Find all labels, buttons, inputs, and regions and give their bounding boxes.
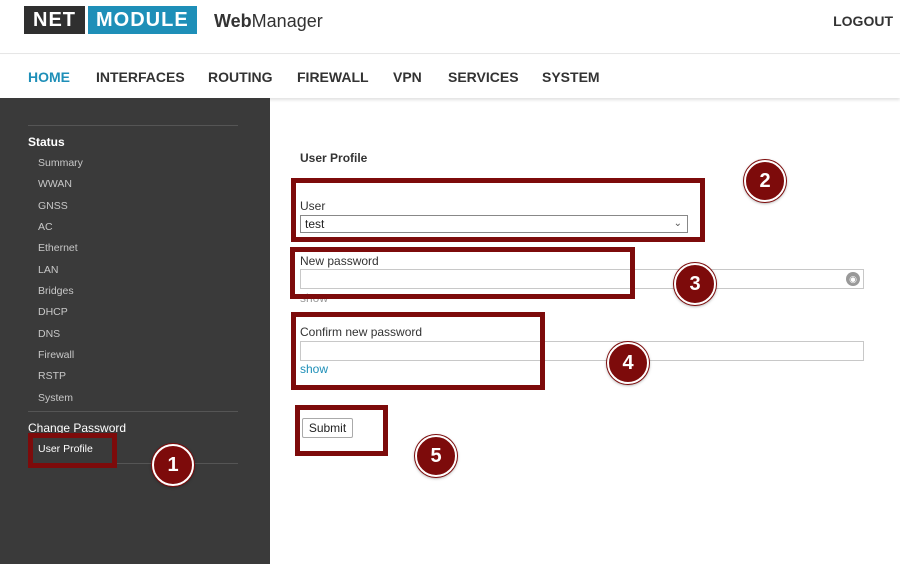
sidebar-item-gnss[interactable]: GNSS [38,200,68,212]
nav-system[interactable]: SYSTEM [542,69,600,85]
sidebar-item-system[interactable]: System [38,392,73,404]
app-title: WebManager [214,11,323,32]
sidebar-divider [28,411,238,412]
annotation-badge-2: 2 [744,160,786,202]
logo-net: NET [24,6,85,34]
sidebar-item-lan[interactable]: LAN [38,264,58,276]
sidebar-item-bridges[interactable]: Bridges [38,285,74,297]
highlight-box-4 [291,312,545,390]
sidebar-item-ac[interactable]: AC [38,221,53,233]
app-title-rest: Manager [251,11,323,31]
highlight-box-3 [290,247,635,299]
logo-module: MODULE [88,6,197,34]
logout-link[interactable]: LOGOUT [833,13,893,29]
app-title-bold: Web [214,11,252,31]
sidebar-divider [28,125,238,126]
sidebar-item-dns[interactable]: DNS [38,328,60,340]
sidebar: Status Summary WWAN GNSS AC Ethernet LAN… [0,98,270,564]
highlight-box-5 [295,405,388,456]
main-nav: HOME INTERFACES ROUTING FIREWALL VPN SER… [0,55,900,98]
sidebar-item-ethernet[interactable]: Ethernet [38,242,78,254]
annotation-badge-4: 4 [607,342,649,384]
annotation-badge-5: 5 [415,435,457,477]
password-reveal-icon[interactable]: ◉ [846,272,860,286]
sidebar-item-summary[interactable]: Summary [38,157,83,169]
netmodule-logo[interactable]: NET MODULE [24,6,197,34]
header: NET MODULE WebManager LOGOUT [0,0,900,54]
sidebar-item-rstp[interactable]: RSTP [38,370,66,382]
nav-vpn[interactable]: VPN [393,69,422,85]
nav-home[interactable]: HOME [28,69,70,85]
annotation-badge-1: 1 [152,444,194,486]
nav-services[interactable]: SERVICES [448,69,519,85]
nav-firewall[interactable]: FIREWALL [297,69,369,85]
sidebar-item-firewall[interactable]: Firewall [38,349,74,361]
nav-routing[interactable]: ROUTING [208,69,273,85]
sidebar-item-wwan[interactable]: WWAN [38,178,72,190]
page-title: User Profile [300,151,368,165]
sidebar-heading-status: Status [28,135,65,149]
sidebar-item-dhcp[interactable]: DHCP [38,306,68,318]
highlight-box-2 [291,178,705,242]
nav-interfaces[interactable]: INTERFACES [96,69,185,85]
highlight-box-1 [28,433,117,468]
annotation-badge-3: 3 [674,263,716,305]
